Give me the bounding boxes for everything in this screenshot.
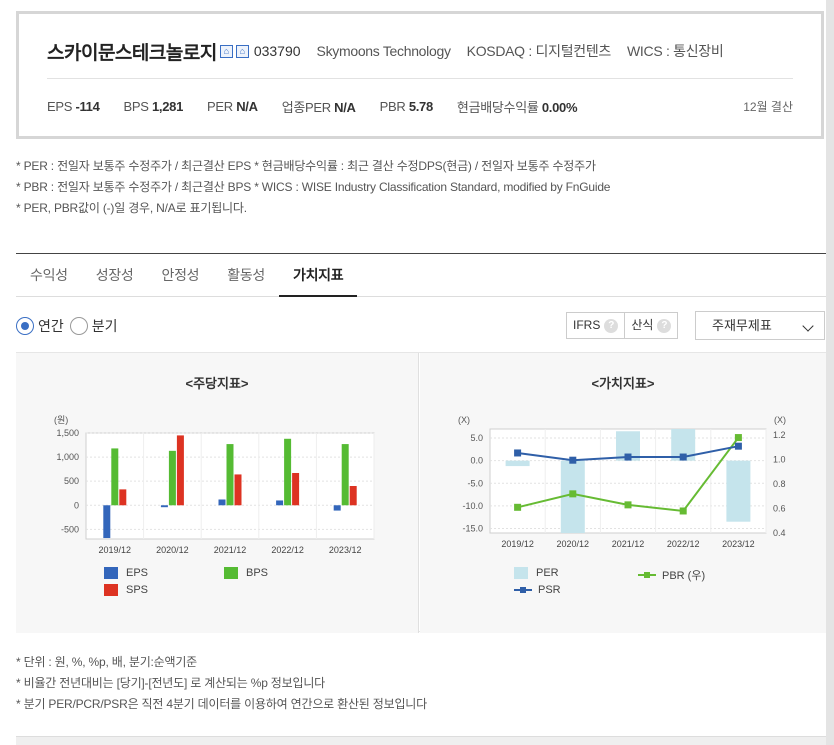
- radio-quarter-label[interactable]: 분기: [92, 316, 118, 336]
- legend-sps: SPS: [104, 584, 148, 596]
- note-line: * PER : 전일자 보통주 수정주가 / 최근결산 EPS * 현금배당수익…: [16, 159, 596, 173]
- bottom-strip: [16, 736, 826, 745]
- period-radio-group: 연간 분기: [16, 316, 124, 336]
- legend-eps: EPS: [104, 567, 148, 579]
- page: 스카이문스테크놀로지 ⌂ ⌂ 033790 Skymoons Technolog…: [0, 0, 834, 745]
- ifrs-button[interactable]: IFRS?: [567, 313, 624, 338]
- legend-psr: PSR: [514, 584, 561, 596]
- summary-divider: [47, 78, 793, 79]
- footnote-line: * 단위 : 원, %, %p, 배, 분기:순액기준: [16, 655, 198, 669]
- metric-eps: EPS -114: [47, 98, 100, 114]
- note-line: * PER, PBR값이 (-)일 경우, N/A로 표기됩니다.: [16, 201, 247, 215]
- stock-code: 033790: [253, 43, 301, 59]
- statement-type-value: 주재무제표: [712, 318, 772, 333]
- notes: * PER : 전일자 보통주 수정주가 / 최근결산 EPS * 현금배당수익…: [16, 156, 610, 219]
- tab-activity[interactable]: 활동성: [213, 254, 279, 297]
- company-summary-box: 스카이문스테크놀로지 ⌂ ⌂ 033790 Skymoons Technolog…: [16, 11, 824, 139]
- tab-value-indicators[interactable]: 가치지표: [279, 254, 358, 297]
- tab-growth[interactable]: 성장성: [82, 254, 148, 297]
- legend-swatch: [638, 572, 656, 578]
- note-line: * PBR : 전일자 보통주 수정주가 / 최근결산 BPS * WICS :…: [16, 180, 611, 194]
- legend-per: PER: [514, 567, 559, 579]
- legend-swatch: [514, 567, 528, 579]
- tab-profitability[interactable]: 수익성: [16, 254, 82, 297]
- metric-pbr: PBR 5.78: [379, 98, 434, 114]
- settlement-month: 12월 결산: [743, 100, 793, 114]
- metrics-row: EPS -114 BPS 1,281 PER N/A 업종PER N/A PBR…: [47, 96, 793, 116]
- scrollbar-track[interactable]: [826, 0, 834, 745]
- radio-annual-label[interactable]: 연간: [38, 316, 64, 336]
- footnote-line: * 분기 PER/PCR/PSR은 직전 4분기 데이터를 이용하여 연간으로 …: [16, 697, 427, 711]
- legend-swatch: [224, 567, 238, 579]
- question-icon[interactable]: ?: [657, 318, 672, 333]
- legend-swatch: [104, 567, 118, 579]
- metric-dividend-yield: 현금배당수익률 0.00%: [456, 99, 578, 115]
- footnotes: * 단위 : 원, %, %p, 배, 분기:순액기준 * 비율간 전년대비는 …: [16, 652, 427, 715]
- radio-quarter[interactable]: [69, 317, 88, 335]
- footnote-line: * 비율간 전년대비는 [당기]-[전년도] 로 계산되는 %p 정보입니다: [16, 676, 326, 690]
- formula-button[interactable]: 산식?: [624, 313, 677, 338]
- charts-area: <주당지표> 1,500 1,000 500 0 -500 (원) 2019/12 2020/…: [16, 352, 826, 633]
- category-tabs: 수익성 성장성 안정성 활동성 가치지표: [16, 254, 826, 297]
- metric-per: PER N/A: [207, 98, 258, 114]
- info-button-group: IFRS? 산식?: [566, 312, 679, 339]
- company-title-row: 스카이문스테크놀로지 ⌂ ⌂ 033790 Skymoons Technolog…: [47, 38, 724, 64]
- legend-bps: BPS: [224, 567, 268, 579]
- per-share-legend: EPS BPS SPS: [16, 353, 419, 633]
- value-indicator-legend: PER PBR (우) PSR: [420, 353, 826, 633]
- legend-pbr: PBR (우): [638, 567, 705, 583]
- market-sector: KOSDAQ : 디지털컨텐츠: [466, 43, 612, 59]
- company-name: 스카이문스테크놀로지: [47, 42, 217, 64]
- ir-home-icon[interactable]: ⌂: [235, 44, 249, 58]
- wics-sector: WICS : 통신장비: [627, 43, 724, 59]
- radio-annual[interactable]: [16, 317, 34, 335]
- metric-sector-per: 업종PER N/A: [281, 99, 356, 115]
- legend-swatch: [104, 584, 118, 596]
- statement-type-select[interactable]: 주재무제표: [695, 311, 825, 340]
- home-icon[interactable]: ⌂: [219, 44, 233, 58]
- question-icon[interactable]: ?: [604, 318, 619, 333]
- metric-bps: BPS 1,281: [123, 98, 184, 114]
- per-share-chart-panel: <주당지표> 1,500 1,000 500 0 -500 (원) 2019/12 2020/…: [16, 353, 419, 633]
- value-indicator-chart-panel: <가치지표> 5.0 0.0 -5.0 -10.0 -15.0 1.2 1.0 0.8 0.6 0…: [420, 353, 826, 633]
- tab-stability[interactable]: 안정성: [148, 254, 214, 297]
- chevron-down-icon: [802, 320, 814, 332]
- legend-swatch: [514, 587, 532, 593]
- english-name: Skymoons Technology: [316, 43, 451, 59]
